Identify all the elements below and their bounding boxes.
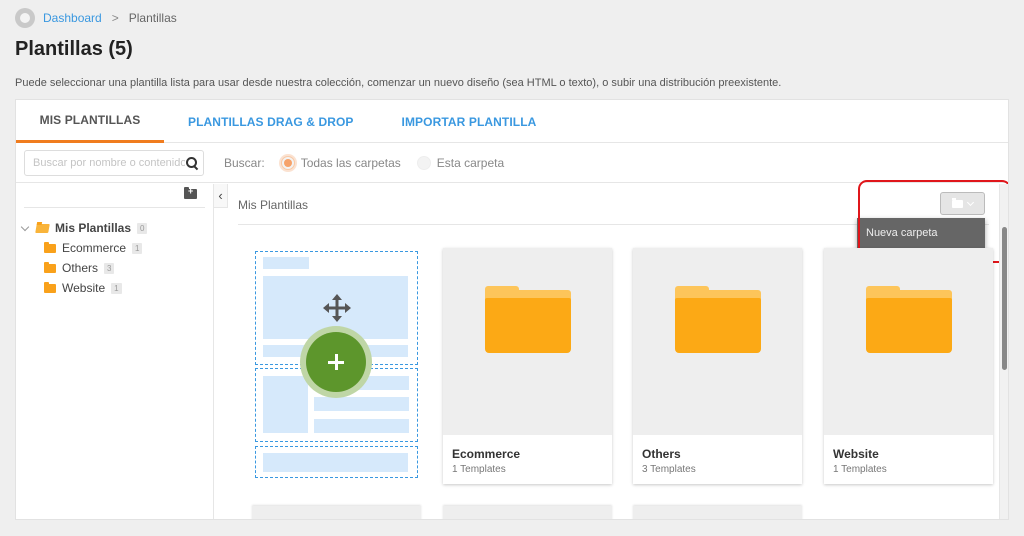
tab-bar: MIS PLANTILLAS PLANTILLAS DRAG & DROP IM… (16, 100, 1008, 143)
radio-label: Esta carpeta (436, 155, 505, 170)
search-icon[interactable] (185, 156, 199, 170)
card-name: Website (833, 447, 879, 461)
tree-item-label: Others (62, 261, 99, 275)
vertical-scrollbar[interactable] (999, 184, 1008, 519)
count-badge: 1 (132, 242, 143, 254)
breadcrumb: Dashboard > Plantillas (15, 8, 177, 28)
page-description: Puede seleccionar una plantilla lista pa… (15, 77, 782, 89)
sidebar-header (24, 184, 205, 208)
tab-mis-plantillas[interactable]: MIS PLANTILLAS (16, 100, 164, 143)
folder-icon (952, 197, 963, 208)
new-drag-drop-template-card[interactable] (255, 251, 418, 479)
radio-selected-icon[interactable] (280, 155, 295, 170)
folder-icon (866, 286, 952, 353)
template-card-partial[interactable] (443, 506, 612, 519)
chevron-down-icon[interactable] (20, 222, 30, 231)
breadcrumb-current: Plantillas (128, 11, 177, 25)
page-title: Plantillas (5) (15, 38, 133, 60)
scrollbar-thumb[interactable] (1002, 227, 1007, 370)
folder-tree: Mis Plantillas 0 Ecommerce 1 Others 3 We… (16, 218, 213, 298)
count-badge: 1 (111, 282, 122, 294)
card-template-count: 3 Templates (642, 464, 696, 475)
folder-icon (675, 286, 761, 353)
chevron-down-icon (966, 198, 975, 206)
search-toolbar: Buscar: Todas las carpetas Esta carpeta (16, 143, 1008, 183)
home-icon[interactable] (15, 8, 35, 28)
folder-icon (44, 261, 56, 273)
card-name: Ecommerce (452, 447, 521, 461)
add-template-button[interactable] (300, 326, 372, 398)
collapse-sidebar-button[interactable]: ‹ (214, 184, 228, 208)
radio-todas-las-carpetas[interactable]: Todas las carpetas (280, 155, 401, 170)
tree-item-label: Website (62, 281, 106, 295)
search-box (24, 149, 204, 176)
folder-sidebar: Mis Plantillas 0 Ecommerce 1 Others 3 We… (16, 184, 214, 519)
templates-panel: MIS PLANTILLAS PLANTILLAS DRAG & DROP IM… (15, 99, 1009, 520)
menu-item-nueva-carpeta[interactable]: Nueva carpeta (857, 218, 985, 248)
template-card-partial[interactable] (252, 506, 421, 519)
tab-plantillas-drag-drop[interactable]: PLANTILLAS DRAG & DROP (164, 100, 378, 143)
new-folder-icon[interactable] (184, 186, 197, 199)
folder-card-website[interactable]: Website 1 Templates (824, 248, 993, 484)
breadcrumb-separator: > (111, 11, 119, 25)
radio-esta-carpeta[interactable]: Esta carpeta (416, 155, 505, 170)
folder-open-icon (35, 223, 50, 233)
folder-card-others[interactable]: Others 3 Templates (633, 248, 802, 484)
tree-item-mis-plantillas[interactable]: Mis Plantillas 0 (16, 218, 213, 238)
card-thumbnail (633, 248, 802, 435)
radio-label: Todas las carpetas (300, 155, 401, 170)
tree-item-label: Ecommerce (62, 241, 127, 255)
card-template-count: 1 Templates (452, 464, 506, 475)
card-thumbnail (824, 248, 993, 435)
card-template-count: 1 Templates (833, 464, 887, 475)
folder-actions-button[interactable] (940, 192, 985, 215)
count-badge: 3 (104, 262, 115, 274)
layout-block (255, 446, 418, 478)
search-input[interactable] (33, 156, 185, 169)
move-icon (323, 294, 351, 322)
folder-icon (44, 241, 56, 253)
tree-item-others[interactable]: Others 3 (16, 258, 213, 278)
folder-icon (485, 286, 571, 353)
folder-card-ecommerce[interactable]: Ecommerce 1 Templates (443, 248, 612, 484)
breadcrumb-dashboard-link[interactable]: Dashboard (43, 11, 102, 25)
count-badge: 0 (137, 222, 148, 234)
template-card-partial[interactable] (633, 506, 802, 519)
folder-icon (44, 281, 56, 293)
tree-item-ecommerce[interactable]: Ecommerce 1 (16, 238, 213, 258)
card-name: Others (642, 447, 681, 461)
main-content: Mis Plantillas Nueva carpeta Ecommerce 1… (229, 180, 1008, 519)
radio-unselected-icon[interactable] (416, 155, 431, 170)
chevron-left-icon: ‹ (218, 188, 223, 203)
tab-importar-plantilla[interactable]: IMPORTAR PLANTILLA (378, 100, 561, 143)
plus-icon (306, 332, 366, 392)
tree-item-website[interactable]: Website 1 (16, 278, 213, 298)
search-scope-label: Buscar: (224, 155, 265, 170)
card-thumbnail (443, 248, 612, 435)
folder-title: Mis Plantillas (238, 198, 309, 212)
tree-item-label: Mis Plantillas (55, 221, 132, 235)
